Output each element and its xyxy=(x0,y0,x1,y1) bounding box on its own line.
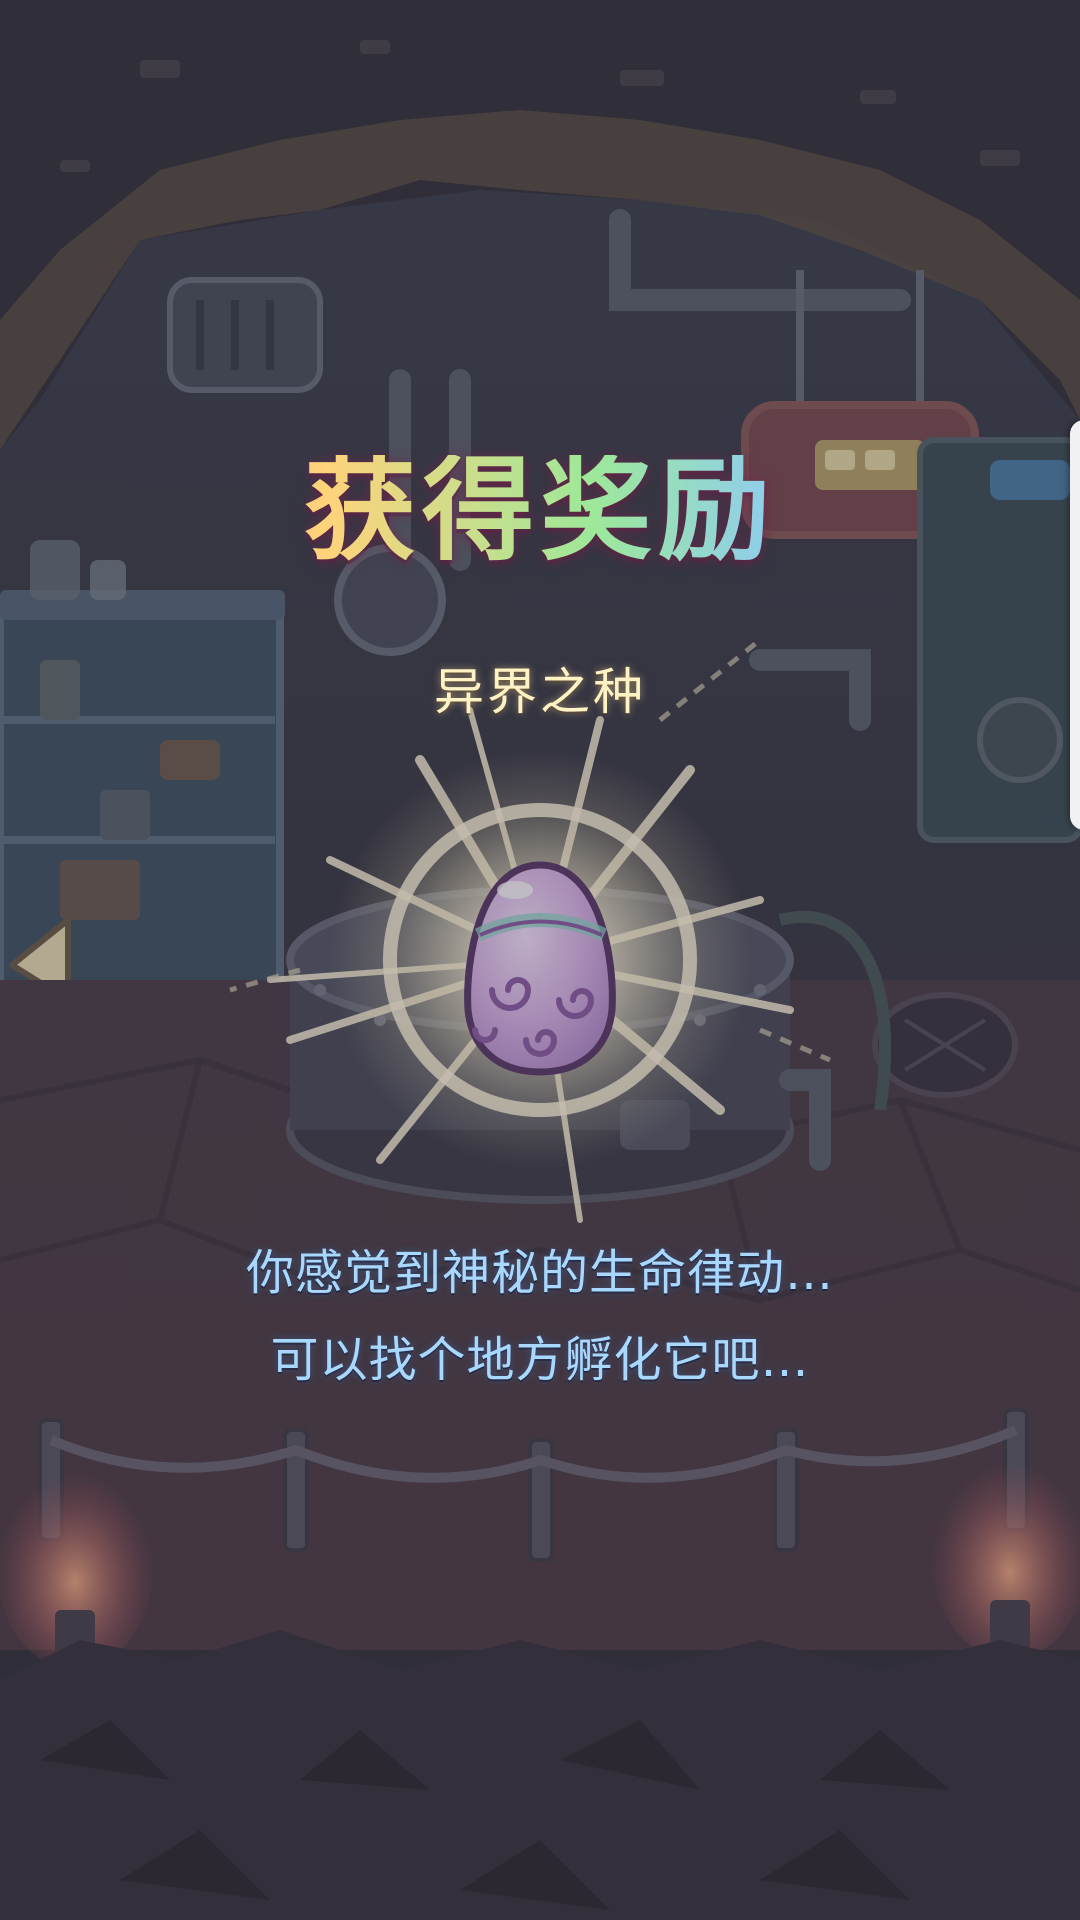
reward-screen[interactable]: 获得奖励 异界之种 你感觉到神秘的生命律动… 可以找个地方孵化它吧… xyxy=(0,0,1080,1920)
alien-egg-icon xyxy=(464,861,616,1076)
reward-title: 获得奖励 xyxy=(0,455,1080,567)
edge-panel-handle[interactable] xyxy=(1070,420,1080,830)
item-description-line2: 可以找个地方孵化它吧… xyxy=(270,1332,810,1388)
item-name: 异界之种 xyxy=(434,663,646,721)
lab-shelf xyxy=(0,540,285,1004)
item-description-line1: 你感觉到神秘的生命律动… xyxy=(245,1245,834,1301)
lab-background xyxy=(0,0,1080,1920)
